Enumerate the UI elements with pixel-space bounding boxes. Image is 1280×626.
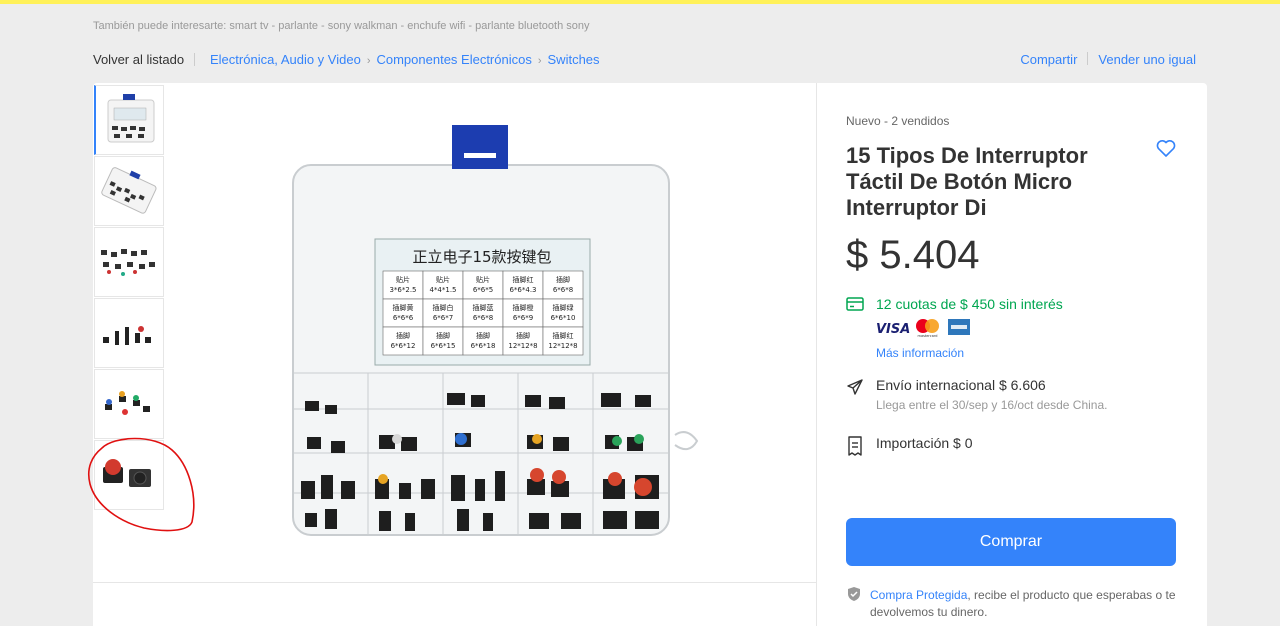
shipping-eta: Llega entre el 30/sep y 16/oct desde Chi… [876, 398, 1108, 412]
buy-button[interactable]: Comprar [846, 518, 1176, 566]
box-label-cell-text: 插脚 [436, 331, 450, 340]
installments-text: 12 cuotas de $ 450 sin interés [876, 296, 1063, 312]
box-label-cell-text: 6*6*4.3 [509, 286, 536, 294]
box-label-title: 正立电子15款按键包 [412, 248, 551, 266]
box-label-cell-text: 6*6*10 [551, 314, 576, 322]
box-label-cell-text: 贴片 [396, 275, 410, 284]
box-label-cell-text: 6*6*12 [391, 342, 416, 350]
more-info-link[interactable]: Más información [876, 346, 964, 360]
shield-check-icon [848, 587, 860, 601]
credit-card-icon [846, 297, 864, 311]
actions-divider [1087, 52, 1089, 65]
thumbnail-3[interactable] [94, 227, 164, 297]
box-label-cell-text: 12*12*8 [508, 342, 537, 350]
box-label-cell-text: 6*6*18 [471, 342, 496, 350]
back-to-list-link[interactable]: Volver al listado [93, 52, 184, 67]
box-label-cell-text: 3*6*2.5 [389, 286, 416, 294]
share-link[interactable]: Compartir [1020, 52, 1077, 67]
box-label-cell-text: 插脚蓝 [473, 303, 494, 312]
heart-outline-icon[interactable] [1154, 136, 1178, 160]
breadcrumb: Electrónica, Audio y Video › Componentes E… [210, 52, 600, 67]
gallery-bottom-divider [93, 582, 816, 583]
product-main-image[interactable]: 正立电子15款按键包 贴片 3*6*2.5 贴片 4*4*1.5 贴片 6*6*5 插脚红 6… [165, 83, 816, 583]
box-label-cell-text: 6*6*15 [431, 342, 456, 350]
box-label-cell-text: 插脚黄 [393, 303, 414, 312]
chevron-right-icon: › [366, 55, 371, 67]
airplane-icon [847, 379, 863, 395]
box-label-cell-text: 6*6*8 [473, 314, 493, 322]
box-label-cell-text: 插脚 [516, 331, 530, 340]
import-fee: Importación $ 0 [876, 435, 973, 451]
column-divider [816, 83, 817, 626]
box-label-cell-text: 插脚 [396, 331, 410, 340]
box-label-cell-text: 6*6*6 [393, 314, 414, 322]
mastercard-logo: mastercard [916, 319, 939, 338]
product-card: 正立电子15款按键包 贴片 3*6*2.5 贴片 4*4*1.5 贴片 6*6*5 插脚红 6… [93, 83, 1207, 626]
thumbnail-5[interactable] [94, 369, 164, 439]
box-label-cell-text: 插脚 [476, 331, 490, 340]
box-label-cell-text: 6*6*7 [433, 314, 453, 322]
thumbnail-1[interactable] [94, 85, 164, 155]
box-label-cell-text: 插脚白 [433, 303, 454, 312]
chevron-right-icon: › [537, 55, 542, 67]
thumbnail-4[interactable] [94, 298, 164, 368]
amex-logo: amex [948, 319, 970, 335]
navigation-row: Volver al listado Electrónica, Audio y V… [93, 52, 1196, 70]
box-label-cell-text: 6*6*8 [553, 286, 573, 294]
receipt-icon [848, 436, 862, 456]
sell-similar-link[interactable]: Vender uno igual [1098, 52, 1196, 67]
visa-logo: VISA [876, 322, 910, 337]
svg-text:mastercard: mastercard [918, 334, 938, 338]
breadcrumb-item-electronica[interactable]: Electrónica, Audio y Video [210, 52, 361, 67]
purchase-protection-note: Compra Protegida, recibe el producto que… [870, 587, 1180, 621]
thumbnail-2[interactable] [94, 156, 164, 226]
breadcrumb-item-componentes[interactable]: Componentes Electrónicos [376, 52, 531, 67]
related-searches[interactable]: También puede interesarte: smart tv - pa… [93, 20, 589, 32]
box-label-cell-text: 插脚绿 [553, 303, 574, 312]
shipping-cost: Envío internacional $ 6.606 [876, 377, 1046, 393]
box-label-cell-text: 12*12*8 [548, 342, 577, 350]
box-label-cell-text: 贴片 [476, 275, 490, 284]
nav-divider [194, 53, 195, 66]
box-label-cell-text: 6*6*5 [473, 286, 493, 294]
thumbnail-6[interactable] [94, 440, 164, 510]
box-label-cell-text: 贴片 [436, 275, 450, 284]
box-label-cell-text: 6*6*9 [513, 314, 533, 322]
top-brand-bar [0, 0, 1280, 4]
breadcrumb-item-switches[interactable]: Switches [548, 52, 600, 67]
box-label-cell-text: 插脚红 [513, 275, 534, 284]
payment-methods: VISA mastercard amex [876, 318, 976, 338]
box-label-cell-text: 插脚橙 [513, 303, 534, 312]
box-label-cell-text: 插脚 [556, 275, 570, 284]
box-label-cell-text: 4*4*1.5 [429, 286, 456, 294]
product-title: 15 Tipos De Interruptor Táctil De Botón … [846, 143, 1088, 220]
product-price: $ 5.404 [846, 233, 980, 277]
page-actions: Compartir Vender uno igual [1020, 52, 1196, 67]
condition-sold-count: Nuevo - 2 vendidos [846, 114, 950, 128]
purchase-protection-link[interactable]: Compra Protegida [870, 588, 967, 602]
box-label-cell-text: 插脚红 [553, 331, 574, 340]
